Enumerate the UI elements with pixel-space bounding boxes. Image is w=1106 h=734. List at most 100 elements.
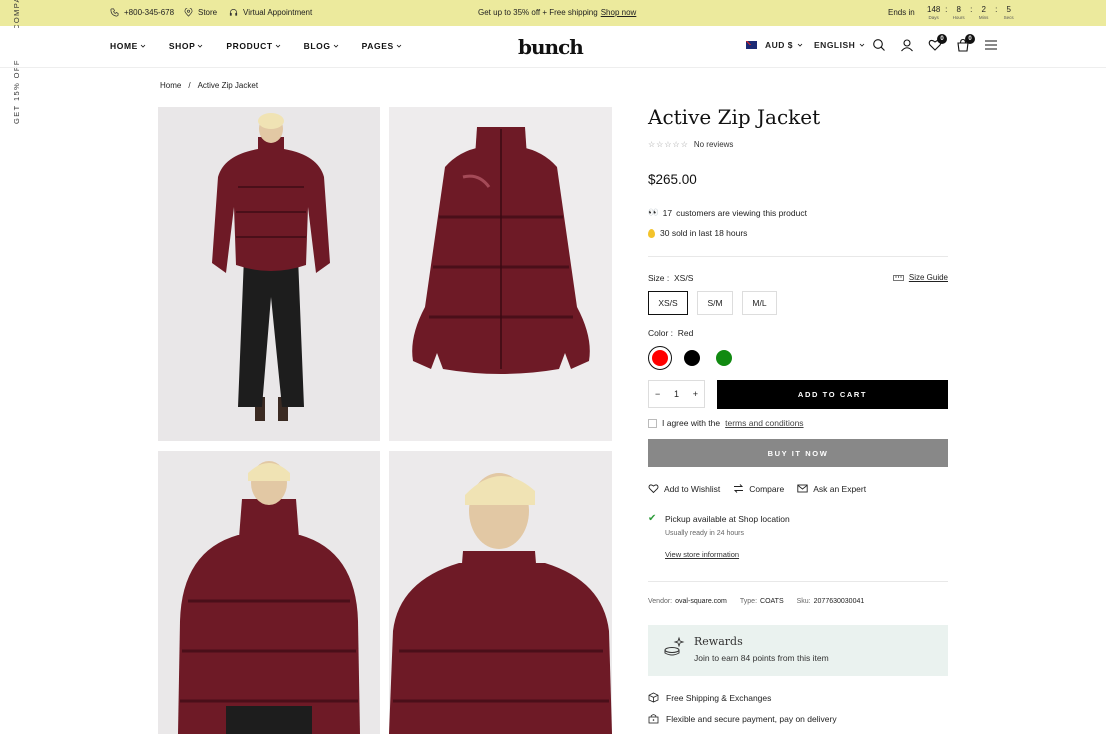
size-guide-link[interactable]: Size Guide (892, 273, 948, 282)
star-rating-icon: ☆☆☆☆☆ (648, 140, 689, 149)
compare-button[interactable]: Compare (733, 483, 784, 494)
ask-expert-label: Ask an Expert (813, 483, 867, 494)
currency-selector[interactable]: AUD $ (746, 40, 803, 50)
appointment-link[interactable]: Virtual Appointment (229, 8, 312, 17)
size-option-s-m[interactable]: S/M (697, 291, 733, 315)
secs-label: Secs (1003, 15, 1014, 20)
add-to-wishlist-button[interactable]: Add to Wishlist (648, 483, 720, 494)
countdown-separator: : (970, 5, 973, 14)
account-button[interactable] (900, 38, 914, 52)
chevron-down-icon (396, 44, 402, 48)
wishlist-button[interactable]: 0 (928, 34, 947, 52)
increase-quantity-button[interactable]: + (693, 389, 698, 399)
product-image-portrait[interactable] (389, 451, 612, 734)
store-link[interactable]: Store (184, 8, 217, 17)
countdown-days: 148 Days (925, 5, 943, 21)
site-header: HOME SHOP PRODUCT BLOG PAGES bunch AUD $… (0, 26, 1106, 68)
wishlist-count-badge: 0 (937, 34, 947, 44)
ask-expert-button[interactable]: Ask an Expert (797, 483, 866, 494)
mins-label: Mins (978, 15, 989, 20)
search-button[interactable] (872, 38, 886, 52)
color-label: Color : (648, 328, 674, 338)
color-swatch-red[interactable] (648, 346, 672, 370)
swatch-fill (652, 350, 668, 366)
rewards-text: Join to earn 84 points from this item (694, 653, 829, 663)
cart-count-badge: 0 (965, 34, 975, 44)
shop-now-link[interactable]: Shop now (601, 8, 637, 17)
nav-home[interactable]: HOME (110, 41, 146, 51)
size-option-m-l[interactable]: M/L (742, 291, 777, 315)
product-image-front-closeup[interactable] (158, 451, 380, 734)
add-to-cart-button[interactable]: ADD TO CART (717, 380, 948, 409)
australia-flag-icon (746, 41, 757, 49)
rewards-title: Rewards (694, 635, 743, 648)
jacket-flat-image (389, 107, 612, 441)
language-selector[interactable]: ENGLISH (814, 40, 865, 50)
checkmark-icon: ✔ (648, 513, 657, 524)
chevron-down-icon (198, 44, 203, 48)
vendor-value[interactable]: oval-square.com (675, 598, 727, 605)
site-logo[interactable]: bunch (518, 35, 584, 59)
nav-home-label: HOME (110, 41, 138, 51)
live-viewers: 👀 17 customers are viewing this product (648, 207, 807, 218)
ends-in-label: Ends in (888, 8, 915, 17)
size-option-label: S/M (707, 298, 723, 308)
quantity-input[interactable]: 1 (674, 389, 679, 399)
product-image-full-body[interactable] (158, 107, 380, 441)
promo-banner: Get up to 35% off + Free shipping Shop no… (478, 8, 636, 17)
phone-link[interactable]: +800-345-678 (110, 8, 174, 17)
countdown-mins: 2 Mins (975, 5, 993, 21)
breadcrumb: Home / Active Zip Jacket (160, 81, 258, 90)
menu-button[interactable] (984, 38, 998, 52)
store-info-link[interactable]: View store information (665, 550, 739, 559)
size-option-xs-s[interactable]: XS/S (648, 291, 688, 315)
heart-icon (648, 484, 659, 494)
breadcrumb-current: Active Zip Jacket (197, 81, 259, 90)
model-front-closeup-image (158, 451, 380, 734)
chevron-down-icon (140, 44, 146, 48)
lock-bag-icon (648, 714, 659, 724)
nav-blog[interactable]: BLOG (304, 41, 339, 51)
nav-shop[interactable]: SHOP (169, 41, 204, 51)
color-row: Color : Red (648, 328, 693, 338)
sku-value: 2077630030041 (813, 598, 865, 605)
color-swatch-green[interactable] (712, 346, 736, 370)
product-rating[interactable]: ☆☆☆☆☆ No reviews (648, 140, 733, 149)
discount-side-tab[interactable]: GET 15% OFF (9, 59, 23, 126)
breadcrumb-home[interactable]: Home (160, 81, 181, 90)
terms-checkbox[interactable] (648, 418, 657, 428)
appointment-label: Virtual Appointment (243, 8, 313, 17)
agree-text: I agree with the (662, 418, 721, 428)
viewers-text: customers are viewing this product (676, 207, 807, 218)
size-label: Size : (648, 273, 670, 283)
size-selected: XS/S (674, 273, 694, 283)
nav-pages[interactable]: PAGES (362, 41, 402, 51)
compare-tab-label: COMPARE (12, 0, 21, 28)
type-label: Type: (739, 598, 758, 605)
color-swatch-black[interactable] (680, 346, 704, 370)
fire-icon (648, 228, 655, 238)
eyes-icon: 👀 (648, 207, 659, 217)
terms-link[interactable]: terms and conditions (725, 418, 803, 428)
model-portrait-image (389, 451, 612, 734)
pickup-text: Pickup available at Shop location (665, 514, 790, 524)
nav-product[interactable]: PRODUCT (226, 41, 280, 51)
swatch-fill (684, 350, 700, 366)
buy-now-button[interactable]: BUY IT NOW (648, 439, 948, 467)
mins-value: 2 (981, 5, 986, 14)
main-nav: HOME SHOP PRODUCT BLOG PAGES (110, 41, 425, 51)
viewers-count: 17 (662, 207, 673, 218)
promo-text: Get up to 35% off + Free shipping (478, 8, 598, 17)
compare-side-tab[interactable]: COMPARE (9, 0, 23, 28)
sold-recently: 30 sold in last 18 hours (648, 228, 747, 238)
type-info: Type: COATS (740, 598, 784, 605)
color-selected: Red (677, 328, 694, 338)
cart-button[interactable]: 0 (956, 34, 975, 52)
product-image-flat[interactable] (389, 107, 612, 441)
size-guide-label: Size Guide (908, 273, 948, 282)
product-title: Active Zip Jacket (648, 105, 821, 129)
days-value: 148 (927, 5, 941, 14)
nav-product-label: PRODUCT (226, 41, 273, 51)
terms-agreement: I agree with the terms and conditions (648, 418, 804, 428)
decrease-quantity-button[interactable]: − (655, 389, 660, 399)
